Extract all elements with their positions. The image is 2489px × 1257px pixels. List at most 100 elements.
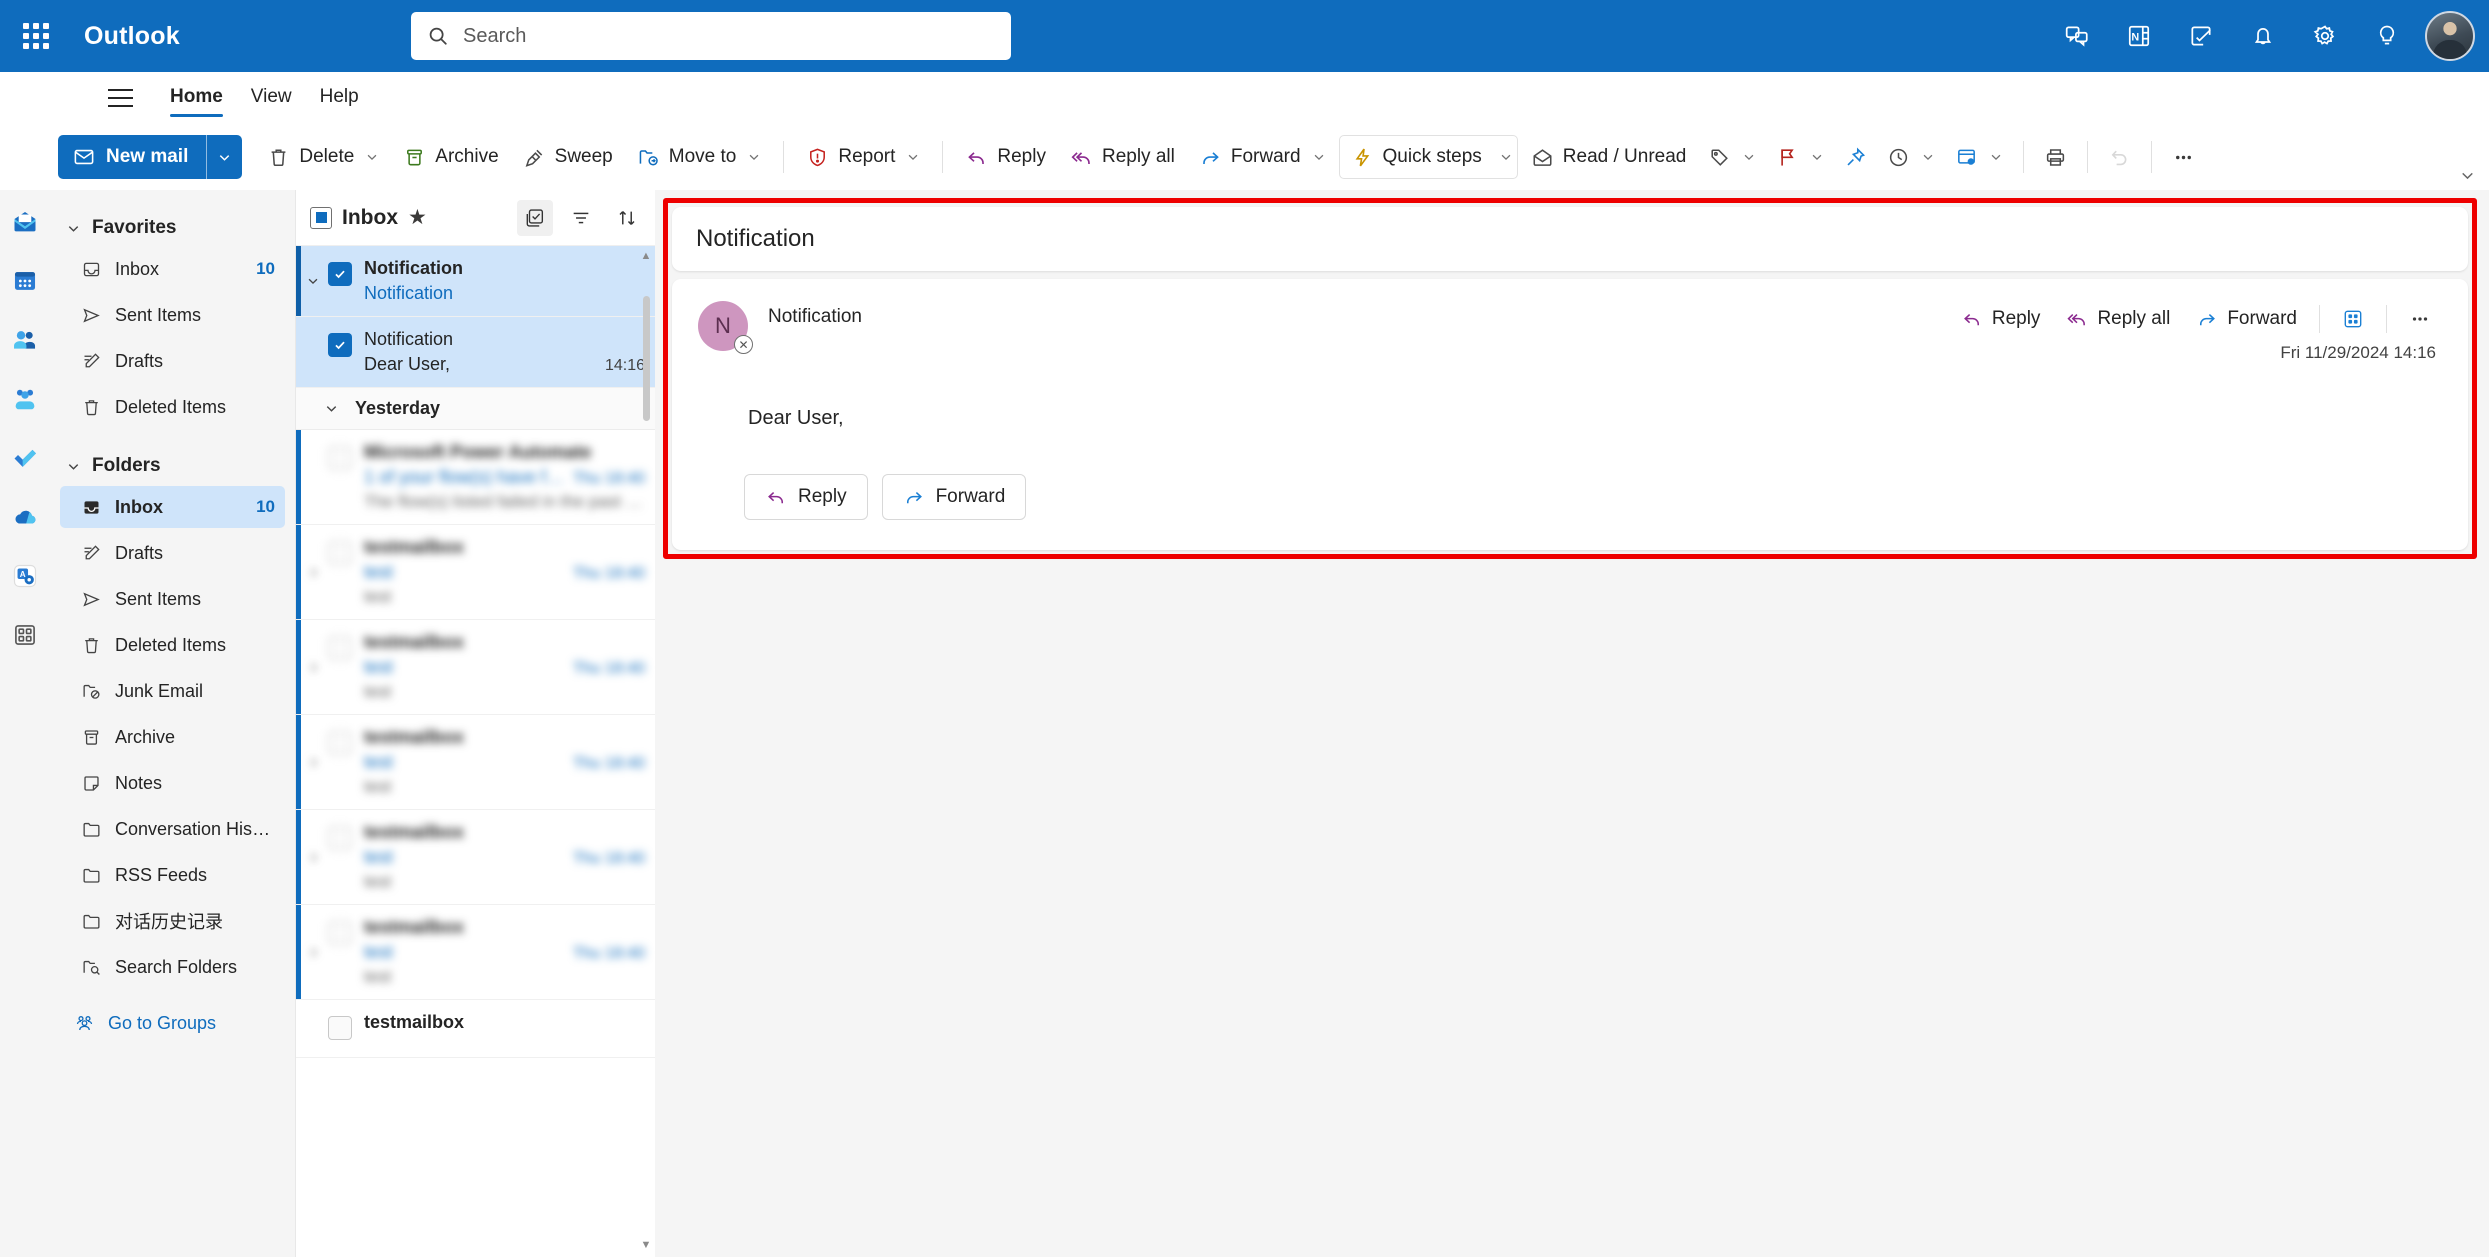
folder-item-conversation-history-cn[interactable]: 对话历史记录 <box>60 900 285 942</box>
chevron-down-icon[interactable] <box>747 150 761 164</box>
conversation-expand-chevron-right-icon[interactable] <box>300 632 326 702</box>
conversation-expand-chevron-right-icon[interactable] <box>300 727 326 797</box>
reading-reply-all-button[interactable]: Reply all <box>2055 301 2181 337</box>
message-select-checkbox[interactable] <box>328 446 352 470</box>
chevron-down-icon[interactable] <box>1921 150 1935 164</box>
folder-item-sent-items[interactable]: Sent Items <box>60 578 285 620</box>
search-box[interactable]: Search <box>411 12 1011 60</box>
ribbon-pin-button[interactable] <box>1835 135 1876 179</box>
message-select-checkbox[interactable] <box>328 333 352 357</box>
favorite-star-icon[interactable]: ★ <box>408 205 427 230</box>
message-list-scrollbar[interactable]: ▲ ▼ <box>639 250 653 1251</box>
favorite-item-sent-items[interactable]: Sent Items <box>60 294 285 336</box>
ribbon-snooze-button[interactable] <box>1878 135 1944 179</box>
folders-group-header[interactable]: Folders <box>60 446 285 486</box>
ribbon-report-button[interactable]: Report <box>795 135 931 179</box>
ribbon-archive-button[interactable]: Archive <box>392 135 509 179</box>
chevron-down-icon[interactable] <box>1312 150 1326 164</box>
rail-calendar-icon[interactable] <box>5 261 45 301</box>
folder-item-drafts[interactable]: Drafts <box>60 532 285 574</box>
favorite-item-drafts[interactable]: Drafts <box>60 340 285 382</box>
sort-icon[interactable] <box>609 200 645 236</box>
reading-more-button[interactable] <box>2398 301 2442 337</box>
folder-item-notes[interactable]: Notes <box>60 762 285 804</box>
rail-apps-gear-icon[interactable]: A <box>5 556 45 596</box>
chevron-down-icon[interactable] <box>1810 150 1824 164</box>
rail-people-icon[interactable] <box>5 320 45 360</box>
sender-avatar[interactable]: N ✕ <box>698 301 753 354</box>
chevron-down-icon[interactable] <box>1742 150 1756 164</box>
message-select-checkbox[interactable] <box>328 262 352 286</box>
filter-icon[interactable] <box>563 200 599 236</box>
ribbon-forward-button[interactable]: Forward <box>1188 135 1337 179</box>
message-list-item[interactable]: Notification Notification <box>296 246 655 317</box>
favorite-item-inbox[interactable]: Inbox 10 <box>60 248 285 290</box>
folder-item-deleted-items[interactable]: Deleted Items <box>60 624 285 666</box>
chevron-down-icon[interactable] <box>1989 150 2003 164</box>
rail-mail-icon[interactable] <box>5 202 45 242</box>
ribbon-collapse-chevron-down-icon[interactable] <box>2453 162 2481 188</box>
ribbon-delete-button[interactable]: Delete <box>256 135 390 179</box>
onenote-icon[interactable]: N <box>2115 12 2163 60</box>
folder-item-conversation-history[interactable]: Conversation Histo... <box>60 808 285 850</box>
scroll-down-arrow-icon[interactable]: ▼ <box>639 1239 653 1251</box>
lightbulb-icon[interactable] <box>2363 12 2411 60</box>
quick-forward-button[interactable]: Forward <box>881 474 1027 520</box>
new-mail-dropdown-chevron-down-icon[interactable] <box>206 135 242 179</box>
chat-icon[interactable] <box>2053 12 2101 60</box>
ribbon-rules-button[interactable] <box>1946 135 2012 179</box>
conversation-expand-chevron-down-icon[interactable] <box>300 258 326 304</box>
ribbon-flag-button[interactable] <box>1767 135 1833 179</box>
reading-apps-button[interactable] <box>2331 301 2375 337</box>
conversation-expand-chevron-right-icon[interactable] <box>300 917 326 987</box>
message-list-item[interactable]: testmailbox test Thu 18:40 test <box>296 620 655 715</box>
ribbon-read-unread-button[interactable]: Read / Unread <box>1520 135 1698 179</box>
conversation-expand-chevron-right-icon[interactable] <box>300 822 326 892</box>
ribbon-quick-steps-button[interactable]: Quick steps <box>1338 135 1518 179</box>
tab-view[interactable]: View <box>237 77 306 119</box>
reading-reply-button[interactable]: Reply <box>1950 301 2052 337</box>
ribbon-move-to-button[interactable]: Move to <box>626 135 773 179</box>
new-mail-button[interactable]: New mail <box>58 135 243 179</box>
message-list-item[interactable]: Microsoft Power Automate 1 of your flow(… <box>296 430 655 525</box>
rail-onedrive-cloud-icon[interactable] <box>5 497 45 537</box>
ribbon-reply-button[interactable]: Reply <box>954 135 1057 179</box>
app-launcher-waffle-icon[interactable] <box>8 8 64 64</box>
message-select-checkbox[interactable] <box>328 636 352 660</box>
user-avatar[interactable] <box>2425 11 2475 61</box>
folder-item-junk-email[interactable]: Junk Email <box>60 670 285 712</box>
message-select-checkbox[interactable] <box>328 541 352 565</box>
chevron-down-icon[interactable] <box>1499 150 1513 164</box>
to-do-icon[interactable] <box>2177 12 2225 60</box>
go-to-groups-link[interactable]: Go to Groups <box>60 1002 285 1044</box>
chevron-down-icon[interactable] <box>906 150 920 164</box>
ribbon-print-button[interactable] <box>2035 135 2076 179</box>
message-select-checkbox[interactable] <box>328 921 352 945</box>
rail-teams-icon[interactable] <box>5 379 45 419</box>
favorite-item-deleted-items[interactable]: Deleted Items <box>60 386 285 428</box>
message-list-scroll[interactable]: Notification Notification Notification D… <box>296 246 655 1257</box>
tab-help[interactable]: Help <box>306 77 373 119</box>
conversation-expand-chevron-right-icon[interactable] <box>300 537 326 607</box>
reading-forward-button[interactable]: Forward <box>2185 301 2308 337</box>
ribbon-reply-all-button[interactable]: Reply all <box>1059 135 1186 179</box>
select-all-icon[interactable] <box>517 199 553 236</box>
message-list-item[interactable]: testmailbox <box>296 1000 655 1058</box>
message-list-item[interactable]: testmailbox test Thu 18:40 test <box>296 715 655 810</box>
scrollbar-thumb[interactable] <box>643 296 650 421</box>
quick-reply-button[interactable]: Reply <box>744 474 868 520</box>
message-select-checkbox[interactable] <box>328 826 352 850</box>
folder-item-rss-feeds[interactable]: RSS Feeds <box>60 854 285 896</box>
select-all-checkbox[interactable] <box>310 206 332 229</box>
tab-home[interactable]: Home <box>156 77 237 119</box>
rail-to-do-check-icon[interactable] <box>5 438 45 478</box>
folder-item-search-folders[interactable]: Search Folders <box>60 946 285 988</box>
ribbon-undo-button[interactable] <box>2099 135 2140 179</box>
ribbon-more-button[interactable] <box>2163 135 2204 179</box>
day-separator-yesterday[interactable]: Yesterday <box>296 388 655 430</box>
message-select-checkbox[interactable] <box>328 731 352 755</box>
rail-more-apps-icon[interactable] <box>5 615 45 655</box>
ribbon-tag-button[interactable] <box>1699 135 1765 179</box>
message-list-item[interactable]: Notification Dear User, 14:16 <box>296 317 655 388</box>
scrollbar-track[interactable] <box>643 266 650 1235</box>
